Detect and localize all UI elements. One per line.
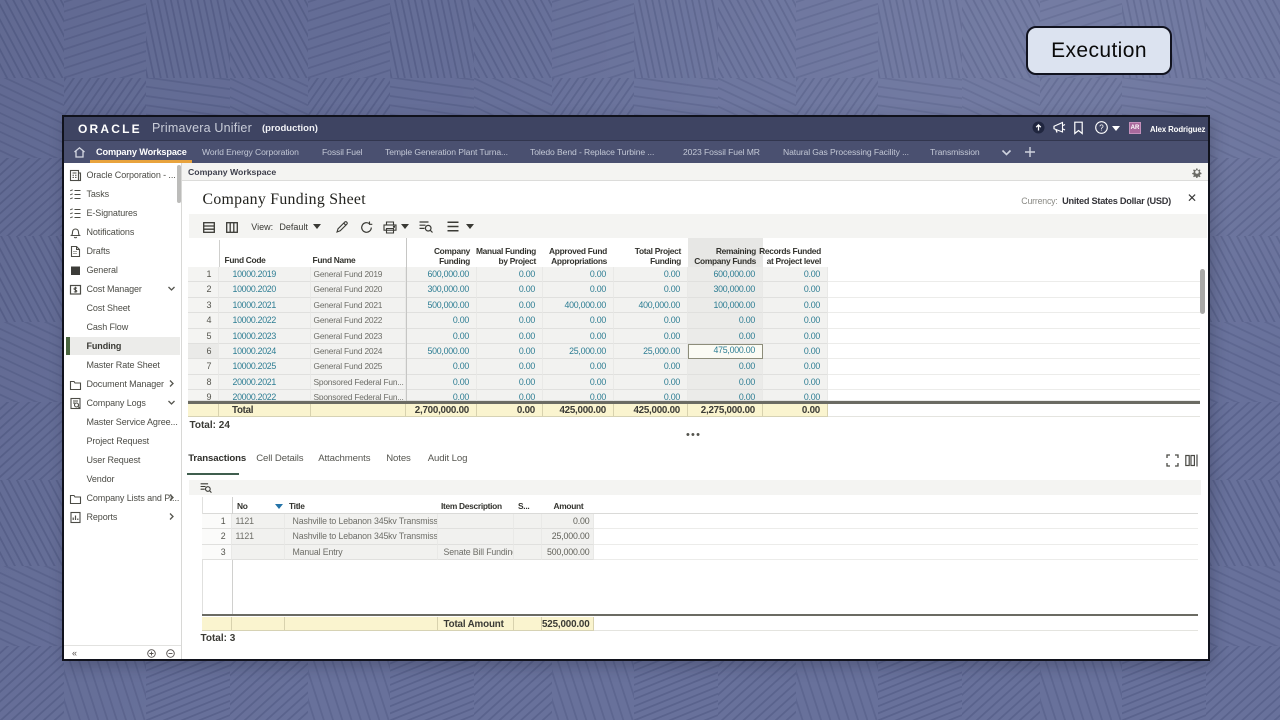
svg-text:?: ? [1099,123,1104,132]
